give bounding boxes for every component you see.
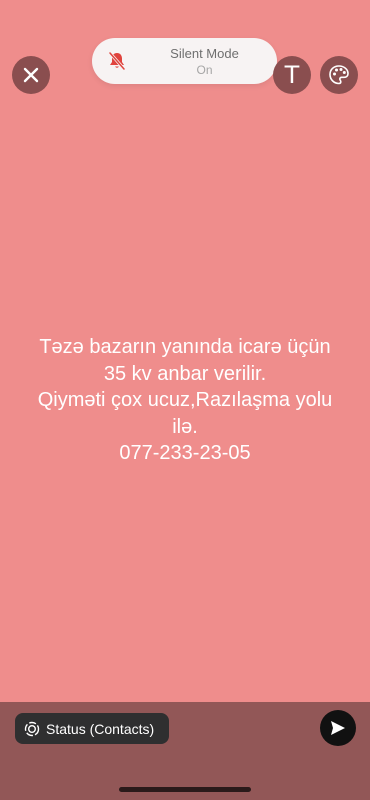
status-line: Təzə bazarın yanında icarə üçün [39,336,331,358]
send-button[interactable] [320,710,356,746]
status-line: 35 kv anbar verilir. [103,362,267,385]
status-text[interactable]: Təzə bazarın yanında icarə üçün 35 kv an… [10,334,360,467]
text-tool-icon: T [284,61,300,89]
background-color-button[interactable] [320,56,358,94]
send-icon [331,721,345,735]
close-icon [23,67,39,83]
status-line: 077-233-23-05 [119,442,251,464]
silent-mode-state: On [196,63,213,77]
status-ring-icon [24,721,40,736]
home-indicator [119,787,251,792]
palette-icon [329,65,349,85]
silent-mode-banner: Silent Mode On [92,38,277,84]
text-tool-button[interactable]: T [273,56,311,94]
audience-selector[interactable]: Status (Contacts) [15,713,169,744]
close-button[interactable] [12,56,50,94]
silent-mode-title: Silent Mode [170,46,239,61]
bottom-bar: Status (Contacts) [0,702,370,800]
bell-slash-icon [108,51,126,71]
audience-label: Status (Contacts) [46,720,155,737]
status-line: ilə. [172,415,198,438]
status-line: Qiyməti çox ucuz,Razılaşma yolu [37,389,333,411]
